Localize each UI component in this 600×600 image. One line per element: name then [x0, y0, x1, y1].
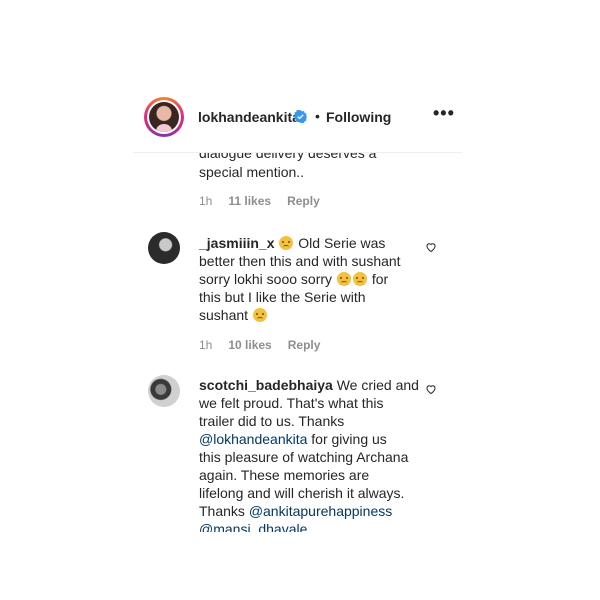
sad-face-emoji: [279, 236, 294, 250]
comment-time: 1h: [199, 338, 213, 352]
more-options-icon[interactable]: •••: [433, 103, 455, 124]
comment-likes[interactable]: 10 likes: [228, 338, 271, 352]
comment-likes[interactable]: 11 likes: [228, 194, 271, 208]
comment-time: 1h: [199, 194, 213, 208]
sad-face-emoji: [336, 272, 351, 286]
comment-item: _jasmiiin_x Old Serie was better then th…: [133, 230, 462, 360]
heart-icon[interactable]: [425, 241, 437, 253]
comment-meta: 1h 10 likes Reply: [199, 338, 320, 352]
profile-avatar[interactable]: [144, 97, 184, 137]
reply-button[interactable]: Reply: [288, 338, 321, 352]
comment-item: dialogue delivery deserves a special men…: [199, 152, 449, 208]
commenter-avatar[interactable]: [148, 375, 180, 407]
comment-text: dialogue delivery deserves a special men…: [199, 152, 377, 180]
comments-panel: lokhandeankita • Following ••• dialogue …: [0, 0, 600, 600]
comment-text: scotchi_badebhaiya We cried and we felt …: [199, 376, 444, 532]
separator-dot: •: [315, 108, 320, 124]
verified-badge-icon: [294, 110, 307, 123]
commenter-avatar[interactable]: [148, 232, 180, 264]
mention-link[interactable]: @lokhandeankita: [199, 431, 307, 447]
comments-list[interactable]: dialogue delivery deserves a special men…: [133, 152, 462, 532]
post-header: lokhandeankita • Following •••: [133, 94, 462, 153]
sad-face-emoji: [252, 308, 267, 322]
comment-text: _jasmiiin_x Old Serie was better then th…: [199, 235, 401, 323]
mention-link[interactable]: @mansi_dhavale: [199, 521, 307, 532]
sad-face-emoji: [352, 272, 367, 286]
comment-meta: 1h 11 likes Reply: [199, 194, 449, 208]
following-button[interactable]: Following: [326, 109, 391, 125]
heart-icon[interactable]: [425, 383, 437, 395]
username-link[interactable]: lokhandeankita: [198, 109, 300, 125]
mention-link[interactable]: @ankitapurehappiness: [249, 503, 392, 519]
comment-item: scotchi_badebhaiya We cried and we felt …: [133, 372, 462, 532]
commenter-username[interactable]: _jasmiiin_x: [199, 235, 275, 251]
reply-button[interactable]: Reply: [287, 194, 320, 208]
commenter-username[interactable]: scotchi_badebhaiya: [199, 377, 333, 393]
